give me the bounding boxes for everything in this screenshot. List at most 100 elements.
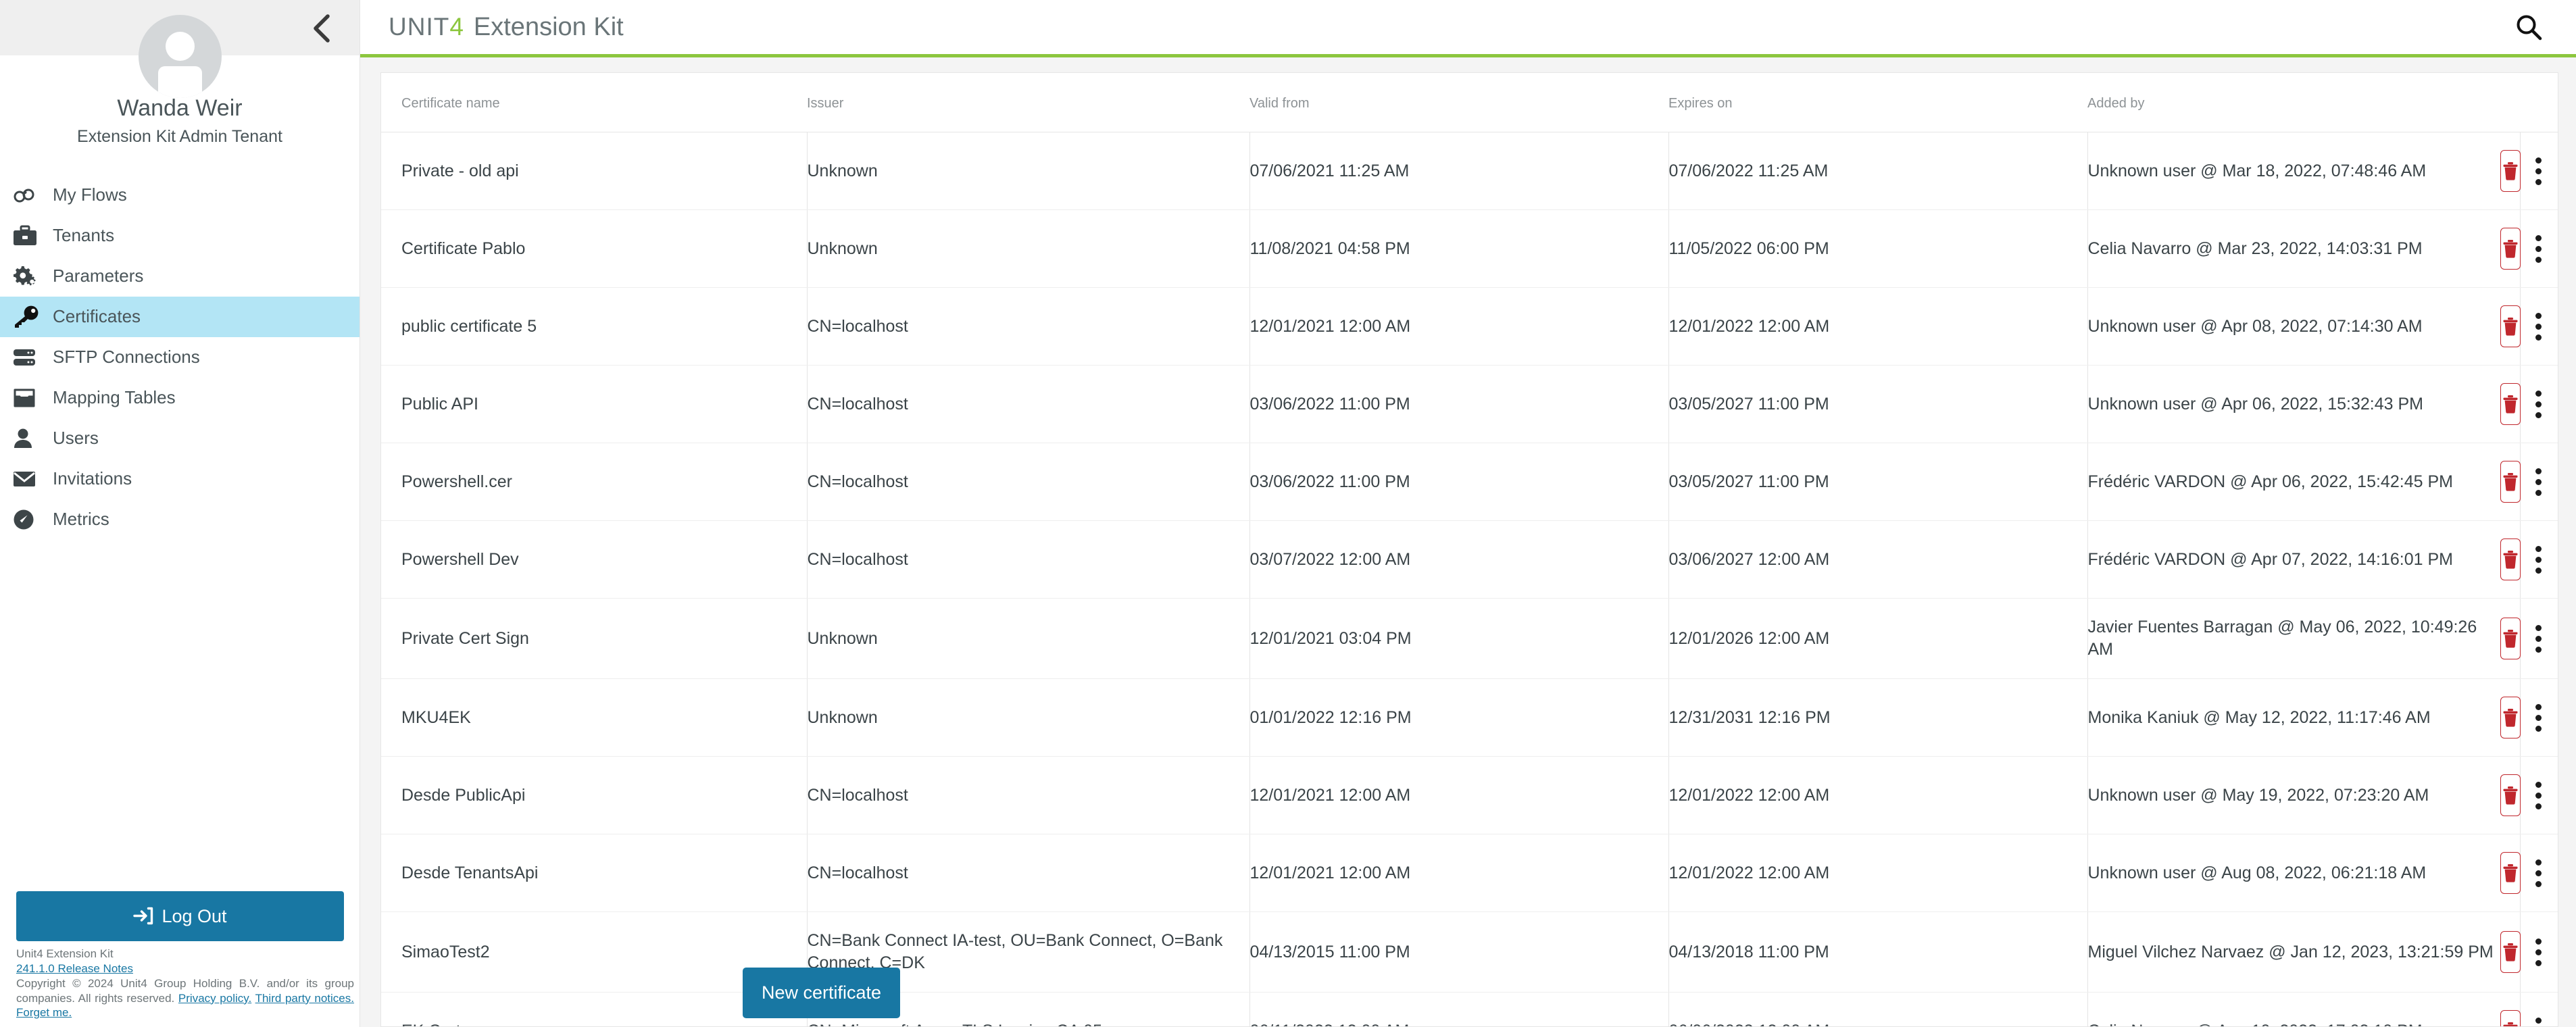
sidebar-item-mapping-tables[interactable]: Mapping Tables <box>0 378 360 418</box>
row-more-actions-button[interactable] <box>2535 228 2542 270</box>
trash-icon <box>2501 316 2520 336</box>
row-more-actions-button[interactable] <box>2535 461 2542 503</box>
table-row[interactable]: Private Cert Sign Unknown 12/01/2021 03:04… <box>381 598 2558 679</box>
cell-issuer: CN=localhost <box>806 287 1249 366</box>
row-actions <box>2500 931 2542 973</box>
unit4-logo-text: UNIT <box>389 12 450 41</box>
cell-actions <box>2500 209 2558 288</box>
cell-certificate-name: Public API <box>381 365 807 443</box>
cell-issuer: CN=localhost <box>806 365 1249 443</box>
column-header-added-by[interactable]: Added by <box>2087 73 2520 132</box>
row-more-actions-button[interactable] <box>2535 383 2542 425</box>
cell-certificate-name: Desde TenantsApi <box>381 834 807 912</box>
table-row[interactable]: Public API CN=localhost 03/06/2022 11:00 P… <box>381 365 2558 443</box>
cell-expires-on: 07/06/2022 11:25 AM <box>1668 132 2087 210</box>
trash-icon <box>2501 707 2520 728</box>
delete-certificate-button[interactable] <box>2500 305 2521 347</box>
sidebar-item-parameters[interactable]: Parameters <box>0 256 360 297</box>
cell-added-by: Unknown user @ Apr 06, 2022, 15:32:43 PM <box>2087 365 2520 443</box>
table-row[interactable]: public certificate 5 CN=localhost 12/01/20… <box>381 287 2558 366</box>
delete-certificate-button[interactable] <box>2500 852 2521 894</box>
table-row[interactable]: Powershell Dev CN=localhost 03/07/2022 12:… <box>381 520 2558 599</box>
cell-expires-on: 12/01/2022 12:00 AM <box>1668 756 2087 834</box>
cell-valid-from: 01/01/2022 12:16 PM <box>1249 678 1668 757</box>
trash-icon <box>2501 472 2520 492</box>
row-more-actions-button[interactable] <box>2535 774 2542 816</box>
sidebar-item-tenants[interactable]: Tenants <box>0 216 360 256</box>
delete-certificate-button[interactable] <box>2500 697 2521 738</box>
briefcase-icon <box>12 225 49 247</box>
delete-certificate-button[interactable] <box>2500 538 2521 580</box>
brand: UNIT4 Extension Kit <box>389 13 624 42</box>
column-header-issuer[interactable]: Issuer <box>807 73 1249 132</box>
row-actions <box>2500 852 2542 894</box>
cell-issuer: CN=localhost <box>806 520 1249 599</box>
trash-icon <box>2501 394 2520 414</box>
row-more-actions-button[interactable] <box>2535 305 2542 347</box>
delete-certificate-button[interactable] <box>2500 931 2521 973</box>
trash-icon <box>2501 239 2520 259</box>
legal-footer: Unit4 Extension Kit 241.1.0 Release Note… <box>16 947 354 1020</box>
delete-certificate-button[interactable] <box>2500 774 2521 816</box>
row-more-actions-button[interactable] <box>2535 1010 2542 1026</box>
row-actions <box>2500 461 2542 503</box>
row-more-actions-button[interactable] <box>2535 697 2542 738</box>
row-more-actions-button[interactable] <box>2535 538 2542 580</box>
sidebar-item-invitations[interactable]: Invitations <box>0 459 360 499</box>
gauge-icon <box>12 508 49 531</box>
cell-added-by: Unknown user @ Aug 08, 2022, 06:21:18 AM <box>2087 834 2520 912</box>
column-header-valid-from[interactable]: Valid from <box>1249 73 1668 132</box>
row-actions <box>2500 618 2542 659</box>
table-row[interactable]: Desde TenantsApi CN=localhost 12/01/2021 1… <box>381 834 2558 912</box>
row-more-actions-button[interactable] <box>2535 931 2542 973</box>
cell-expires-on: 12/01/2026 12:00 AM <box>1668 598 2087 679</box>
table-row[interactable]: MKU4EK Unknown 01/01/2022 12:16 PM 12/31/20… <box>381 678 2558 757</box>
delete-certificate-button[interactable] <box>2500 228 2521 270</box>
page-title: Extension Kit <box>473 12 624 41</box>
sidebar-item-my-flows[interactable]: My Flows <box>0 175 360 216</box>
third-party-notices-link[interactable]: Third party notices. <box>255 992 354 1005</box>
log-out-button[interactable]: Log Out <box>16 891 344 942</box>
sidebar-item-metrics[interactable]: Metrics <box>0 499 360 540</box>
cell-issuer: Unknown <box>806 598 1249 679</box>
sidebar-item-label: Users <box>53 428 99 449</box>
new-certificate-button[interactable]: New certificate <box>743 968 901 1018</box>
cell-actions <box>2500 598 2558 679</box>
table-row[interactable]: EK CertCN=Microsoft Azure TLS Issuing CA… <box>381 992 2558 1026</box>
row-more-actions-button[interactable] <box>2535 852 2542 894</box>
row-more-actions-button[interactable] <box>2535 150 2542 192</box>
sidebar-item-certificates[interactable]: Certificates <box>0 296 360 337</box>
inbox-icon <box>12 387 49 409</box>
sidebar-item-users[interactable]: Users <box>0 418 360 459</box>
trash-icon <box>2501 1021 2520 1026</box>
release-notes-link[interactable]: 241.1.0 Release Notes <box>16 961 354 976</box>
sidebar-item-label: Invitations <box>53 468 132 489</box>
table-row[interactable]: Powershell.cer CN=localhost 03/06/2022 11:… <box>381 443 2558 521</box>
cell-valid-from: 06/11/2022 12:00 AM <box>1249 992 1668 1026</box>
delete-certificate-button[interactable] <box>2500 461 2521 503</box>
sidebar-footer: Log Out Unit4 Extension Kit 241.1.0 Rele… <box>0 891 360 1027</box>
cell-expires-on: 03/05/2027 11:00 PM <box>1668 365 2087 443</box>
table-row[interactable]: Desde PublicApi CN=localhost 12/01/2021 12… <box>381 756 2558 834</box>
cell-actions <box>2500 834 2558 912</box>
column-header-expires-on[interactable]: Expires on <box>1668 73 2087 132</box>
column-header-certificate-name[interactable]: Certificate name <box>381 73 807 132</box>
row-actions <box>2500 538 2542 580</box>
unit4-logo: UNIT4 <box>389 13 464 41</box>
row-more-actions-button[interactable] <box>2535 618 2542 659</box>
privacy-policy-link[interactable]: Privacy policy. <box>178 992 251 1005</box>
delete-certificate-button[interactable] <box>2500 150 2521 192</box>
search-button[interactable] <box>2508 7 2549 47</box>
cell-added-by: Unknown user @ Mar 18, 2022, 07:48:46 AM <box>2087 132 2520 210</box>
table-head: Certificate name Issuer Valid from Expir… <box>381 73 2558 132</box>
table-row[interactable]: Private - old api Unknown 07/06/2021 11:25… <box>381 132 2558 210</box>
sidebar-item-sftp-connections[interactable]: SFTP Connections <box>0 337 360 378</box>
delete-certificate-button[interactable] <box>2500 618 2521 659</box>
table-row[interactable]: SimaoTest2 CN=Bank Connect IA-test, OU=Ba… <box>381 911 2558 993</box>
sidebar: Wanda Weir Extension Kit Admin Tenant My… <box>0 0 360 1027</box>
delete-certificate-button[interactable] <box>2500 1010 2521 1026</box>
table-row[interactable]: Certificate Pablo Unknown 11/08/2021 04:58… <box>381 209 2558 288</box>
delete-certificate-button[interactable] <box>2500 383 2521 425</box>
cell-added-by: Monika Kaniuk @ May 12, 2022, 11:17:46 A… <box>2087 678 2520 757</box>
forget-me-link[interactable]: Forget me. <box>16 1006 72 1019</box>
